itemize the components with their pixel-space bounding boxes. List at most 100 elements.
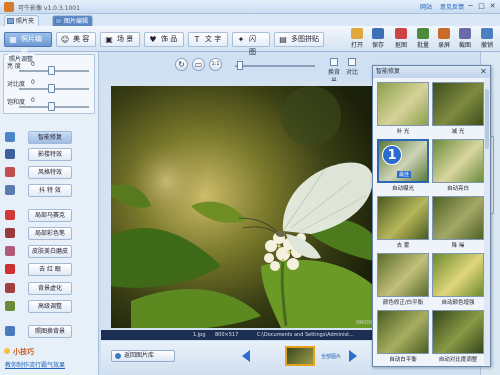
effect-button[interactable]: 皮肤美白磨皮 — [28, 245, 72, 258]
butterfly-photo — [111, 86, 374, 328]
preset-thumbnail — [432, 82, 484, 126]
record-label: 录屏 — [437, 42, 450, 49]
preset-item[interactable]: 自动白平衡 — [377, 310, 429, 365]
preset-item[interactable]: 自动亮白 — [432, 139, 484, 194]
scene-button[interactable]: ▣ 场 景 — [100, 32, 140, 47]
open-label: 打开 — [350, 42, 363, 49]
preset-label: 自动曝光 — [391, 186, 414, 192]
screenshot-label: 截图 — [458, 42, 471, 49]
website-link[interactable]: 网站 — [420, 2, 432, 11]
undo-label: 撤销 — [480, 42, 493, 49]
save-button[interactable]: 保存 — [368, 28, 388, 50]
open-button[interactable]: 打开 — [347, 28, 367, 50]
rotate-button[interactable]: ↻ — [175, 58, 188, 71]
effect-button[interactable]: 局部彩色笔 — [28, 227, 72, 240]
contrast-slider[interactable]: 对比度 0 — [7, 79, 93, 93]
record-button[interactable]: 录屏 — [434, 28, 454, 50]
close-button[interactable]: ✕ — [488, 2, 497, 11]
preset-item[interactable]: 自动颜色增强 — [432, 253, 484, 308]
effect-row: 抖 特 效 — [3, 184, 96, 197]
tool-label: 多图拼贴 — [291, 35, 319, 43]
advanced-icon — [5, 301, 15, 311]
undo-button[interactable]: 撤销 — [477, 28, 497, 50]
feedback-link[interactable]: 意见反馈 — [440, 2, 464, 11]
saturation-value: 0 — [31, 97, 35, 104]
minimize-button[interactable]: ─ — [466, 2, 475, 11]
tab-image-edit[interactable]: 图片编辑 — [52, 15, 94, 26]
slider-thumb[interactable] — [47, 84, 55, 93]
screenshot-button[interactable]: 截图 — [455, 28, 475, 50]
effect-button[interactable]: 抖 特 效 — [28, 184, 72, 197]
preset-item[interactable]: 颜色修正/白平衡 — [377, 253, 429, 308]
tool-label: 饰 品 — [161, 35, 178, 43]
preset-item[interactable]: 减 光 — [432, 82, 484, 137]
effect-button[interactable]: 高级调整 — [28, 300, 72, 313]
popup-scrollbar[interactable] — [484, 79, 490, 365]
thumbnail-label[interactable]: 全部图片 — [321, 353, 341, 360]
beauty-button[interactable]: ☺ 美 容 — [56, 32, 96, 47]
zoom-slider-track[interactable] — [235, 65, 315, 67]
effect-row: 影楼特效 — [3, 148, 96, 161]
current-image-thumbnail[interactable] — [285, 346, 315, 366]
save-icon — [372, 28, 384, 39]
preset-label: 减 光 — [451, 129, 465, 135]
saturation-label: 饱和度 — [7, 99, 26, 106]
style-effect-icon — [5, 167, 15, 177]
effect-button[interactable]: 去 红 眼 — [28, 263, 72, 276]
flash-button[interactable]: ✦ 闪 图 — [232, 32, 270, 56]
slider-thumb[interactable] — [47, 66, 55, 75]
back-to-library-button[interactable]: 返回图片库 — [111, 350, 175, 362]
preset-label: 自动对比度调整 — [438, 357, 478, 363]
collage-button[interactable]: ▤ 多图拼贴 — [274, 32, 324, 47]
tool-label: 美 容 — [73, 35, 90, 43]
accessory-button[interactable]: ♥ 饰 品 — [144, 32, 184, 47]
window-title: 可牛影像 v1.0.3.1001 — [18, 5, 80, 12]
preset-thumbnail — [432, 253, 484, 297]
preset-item[interactable]: 补 光 — [377, 82, 429, 137]
brightness-slider[interactable]: 亮 度 0 — [7, 61, 93, 75]
tab-photo-folder[interactable]: 照片夹 — [4, 15, 40, 26]
effect-button[interactable]: 智能修复 — [28, 131, 72, 144]
preset-label: 自动白平衡 — [389, 357, 417, 363]
preset-label: 自动颜色增强 — [441, 300, 475, 306]
popup-title-text: 智能修复 — [376, 68, 401, 75]
effect-button[interactable]: 照图换背景 — [28, 325, 72, 338]
slider-thumb[interactable] — [47, 102, 55, 111]
preset-item[interactable]: 自动对比度调整 — [432, 310, 484, 365]
contrast-label: 对比度 — [7, 81, 26, 88]
photo-canvas[interactable]: NIKON — [111, 86, 374, 328]
back-arrow-icon — [115, 353, 121, 359]
actual-size-button[interactable]: 1:1 — [209, 58, 222, 71]
effect-button[interactable]: 背景虚化 — [28, 282, 72, 295]
tool-label: 文 字 — [205, 35, 222, 43]
batch-button[interactable]: 批量 — [413, 28, 433, 50]
change-bg-button[interactable]: 换背景 — [327, 57, 341, 85]
maximize-button[interactable]: □ — [477, 2, 486, 11]
zoom-slider-thumb[interactable] — [237, 61, 243, 70]
effect-row: 局部马赛克 — [3, 209, 96, 222]
cutout-button[interactable]: 抠图 — [391, 28, 411, 50]
photo-edit-button[interactable]: ▦ 照片编辑 — [4, 32, 52, 56]
preset-item[interactable]: 1 最佳 自动曝光 — [377, 139, 429, 194]
prev-image-arrow-icon[interactable] — [242, 350, 250, 362]
preset-thumbnail — [432, 196, 484, 240]
undo-icon — [481, 28, 493, 39]
effect-button[interactable]: 局部马赛克 — [28, 209, 72, 222]
smart-fix-panel: 智能修复 ✕ 补 光减 光 1 最佳 自动曝光 自动亮白去 雾降 噪颜色修正/白平衡 自动… — [372, 65, 491, 367]
effect-button[interactable]: 风格特效 — [28, 166, 72, 179]
fit-window-button[interactable]: ▭ — [192, 58, 205, 71]
close-icon[interactable]: ✕ — [479, 67, 488, 76]
preset-item[interactable]: 降 噪 — [432, 196, 484, 251]
brightness-value: 0 — [31, 61, 35, 68]
effect-button[interactable]: 影楼特效 — [28, 148, 72, 161]
next-image-arrow-icon[interactable] — [349, 350, 357, 362]
shake-effect-icon — [5, 185, 15, 195]
change-bg-icon — [5, 326, 15, 336]
text-button[interactable]: T 文 字 — [188, 32, 228, 47]
saturation-slider[interactable]: 饱和度 0 — [7, 97, 93, 111]
preset-item[interactable]: 去 雾 — [377, 196, 429, 251]
compare-button[interactable]: 对比 — [345, 57, 359, 77]
tip-link[interactable]: 教你制作流行霸气效果 — [5, 360, 65, 369]
preset-thumbnail — [432, 310, 484, 354]
popup-scrollbar-thumb[interactable] — [485, 89, 489, 149]
